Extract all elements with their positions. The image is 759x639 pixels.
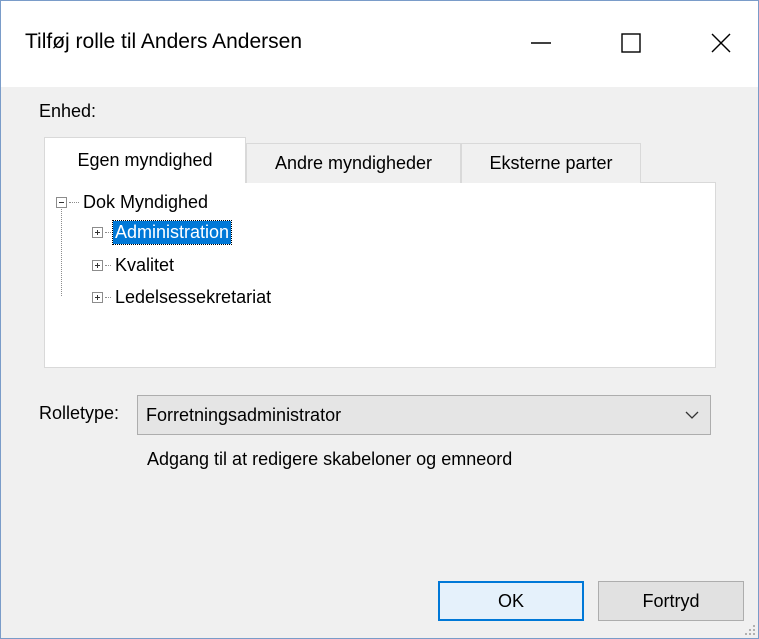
- ok-button[interactable]: OK: [438, 581, 584, 621]
- expand-icon[interactable]: [92, 291, 103, 303]
- minimize-button[interactable]: [511, 19, 571, 67]
- tree-connector-dots: [105, 296, 111, 298]
- tree-connector-dots: [105, 231, 111, 233]
- tree-node-label[interactable]: Kvalitet: [113, 254, 176, 277]
- expand-icon[interactable]: [92, 226, 103, 238]
- tree-connector-dots: [105, 264, 111, 266]
- role-type-label: Rolletype:: [39, 403, 120, 423]
- tree-node-label[interactable]: Administration: [111, 219, 233, 245]
- tree-node-administration: Administration: [56, 217, 233, 247]
- collapse-icon[interactable]: [56, 196, 67, 208]
- unit-label: Enhed:: [39, 101, 97, 121]
- chevron-down-icon[interactable]: [674, 396, 710, 434]
- expand-icon[interactable]: [92, 259, 103, 271]
- role-type-select[interactable]: Forretningsadministrator: [137, 395, 711, 435]
- tree-connector-dots: [69, 201, 79, 203]
- resize-grip-icon[interactable]: [744, 624, 756, 636]
- tree-node-label[interactable]: Ledelsessekretariat: [113, 286, 273, 309]
- tab-egen-myndighed[interactable]: Egen myndighed: [44, 137, 246, 183]
- unit-tree-panel: Dok Myndighed Administration Kvalitet Le…: [44, 182, 716, 368]
- close-button[interactable]: [691, 19, 751, 67]
- window-title: Tilføj rolle til Anders Andersen: [25, 30, 303, 53]
- tree-node-kvalitet: Kvalitet: [56, 250, 176, 280]
- tree-node-label[interactable]: Dok Myndighed: [81, 191, 210, 214]
- tab-andre-myndigheder[interactable]: Andre myndigheder: [246, 143, 461, 183]
- tree-node-root: Dok Myndighed: [56, 187, 210, 217]
- minimize-icon: [531, 42, 551, 44]
- cancel-button[interactable]: Fortryd: [598, 581, 744, 621]
- maximize-icon: [621, 33, 641, 53]
- dialog-window: Tilføj rolle til Anders Andersen Enhed: …: [0, 0, 759, 639]
- title-bar[interactable]: Tilføj rolle til Anders Andersen: [1, 1, 758, 87]
- maximize-button[interactable]: [601, 19, 661, 67]
- tab-eksterne-parter[interactable]: Eksterne parter: [461, 143, 641, 183]
- role-description: Adgang til at redigere skabeloner og emn…: [147, 449, 513, 469]
- tree-node-ledelsessekretariat: Ledelsessekretariat: [56, 282, 273, 312]
- role-type-value: Forretningsadministrator: [146, 404, 342, 425]
- close-icon: [711, 33, 731, 53]
